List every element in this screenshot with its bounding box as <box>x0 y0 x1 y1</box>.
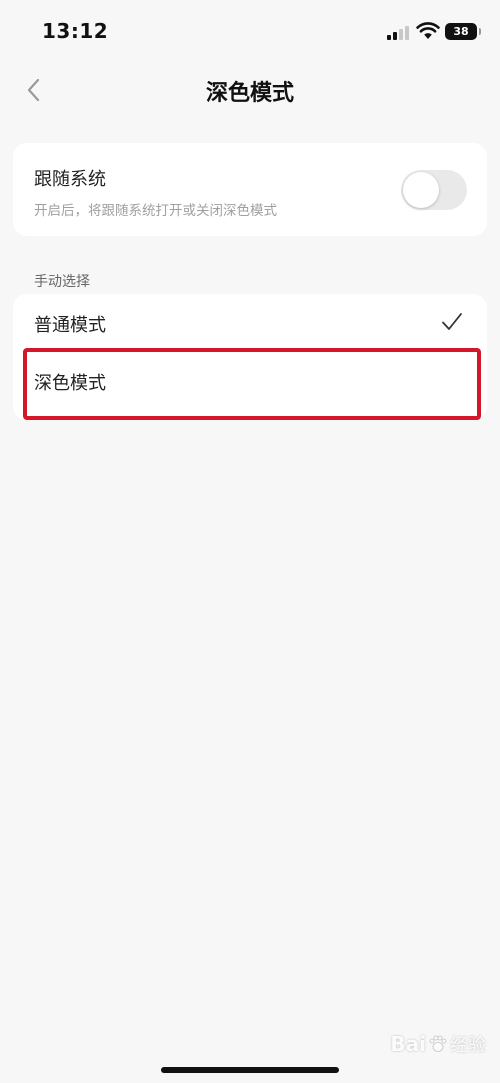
cellular-signal-icon <box>387 24 411 40</box>
status-bar: 13:12 38 <box>0 0 500 60</box>
follow-system-description: 开启后，将跟随系统打开或关闭深色模式 <box>34 203 277 219</box>
battery-icon: 38 <box>445 23 481 40</box>
navigation-bar: 深色模式 <box>0 60 500 120</box>
home-indicator[interactable] <box>161 1067 339 1073</box>
checkmark-icon <box>442 313 462 330</box>
watermark-logo: Bai <box>390 1032 426 1056</box>
watermark: Bai 经验 <box>390 1031 486 1057</box>
mode-options-card: 普通模式 深色模式 <box>13 294 487 420</box>
follow-system-title: 跟随系统 <box>34 169 106 190</box>
follow-system-card: 跟随系统 开启后，将跟随系统打开或关闭深色模式 <box>13 143 487 236</box>
page-title: 深色模式 <box>205 81 294 106</box>
watermark-text: 经验 <box>450 1035 486 1056</box>
option-dark-mode[interactable]: 深色模式 <box>13 352 487 410</box>
toggle-knob <box>403 172 439 208</box>
status-time: 13:12 <box>42 19 109 43</box>
option-label: 普通模式 <box>34 315 106 336</box>
manual-select-label: 手动选择 <box>34 274 90 290</box>
follow-system-toggle[interactable] <box>401 170 467 210</box>
wifi-icon <box>416 22 440 39</box>
paw-icon <box>429 1035 447 1052</box>
option-normal-mode[interactable]: 普通模式 <box>13 294 487 352</box>
option-label: 深色模式 <box>34 373 106 394</box>
